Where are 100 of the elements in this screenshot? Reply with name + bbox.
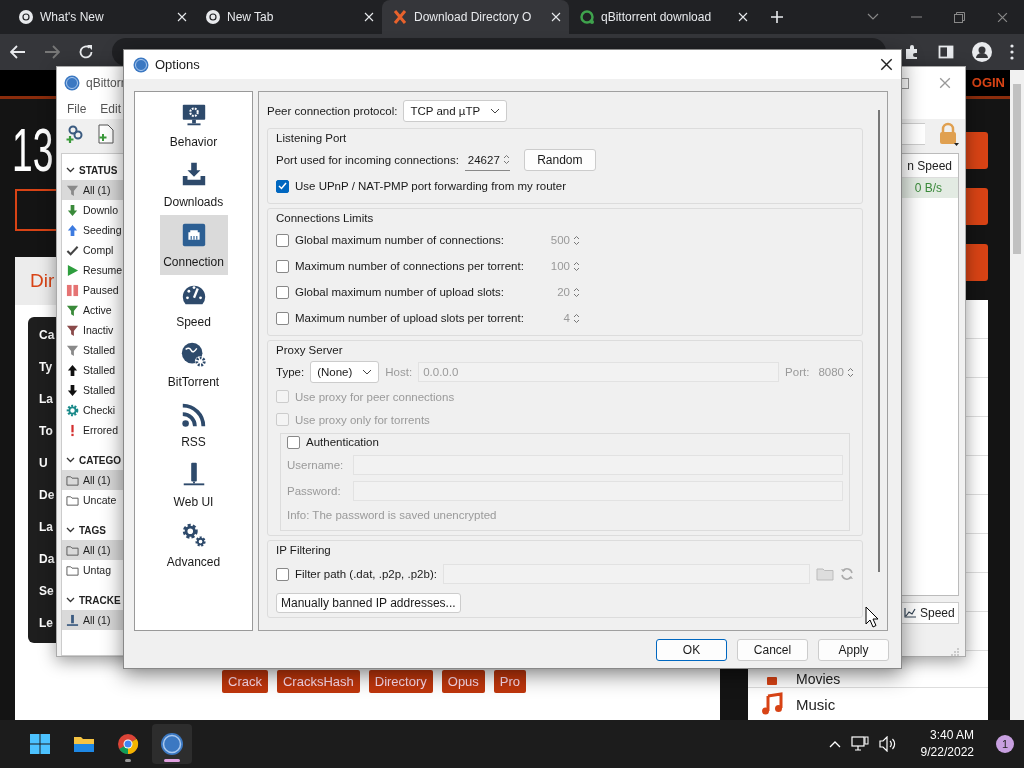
window-title: qBittorr <box>86 76 125 90</box>
notification-badge[interactable]: 1 <box>996 735 1014 753</box>
info-label: Da <box>39 552 55 567</box>
menu-item[interactable]: File <box>67 102 87 116</box>
browser-logo-icon <box>18 9 34 25</box>
puzzle-icon[interactable] <box>904 44 920 60</box>
link-add-icon[interactable] <box>65 124 85 144</box>
tag-link[interactable]: Crack <box>222 670 268 693</box>
checkbox[interactable] <box>276 567 289 581</box>
section-header: CATEGO <box>79 454 122 466</box>
field-label: Port used for incoming connections: <box>276 154 459 166</box>
restore-icon[interactable] <box>954 11 965 23</box>
checkbox-label: Global maximum number of upload slots: <box>295 286 505 298</box>
info-label: La <box>39 520 53 535</box>
section-item[interactable]: Behavior <box>159 95 228 155</box>
spin-box[interactable]: 24627 <box>464 149 510 171</box>
category-label: Music <box>796 695 836 713</box>
dialog-button[interactable]: Cancel <box>737 639 808 661</box>
tag-link[interactable]: Opus <box>441 670 485 693</box>
spin-box: 100 <box>543 255 580 277</box>
section-item[interactable]: Downloads <box>159 155 228 215</box>
qb-logo-icon <box>160 732 184 756</box>
info-label: Se <box>39 584 54 599</box>
checkbox-label: Use proxy only for torrents <box>295 413 430 426</box>
rss-icon <box>179 401 208 429</box>
pause-icon <box>66 283 79 297</box>
filter-icon <box>66 323 79 337</box>
pointer-icon <box>865 606 879 628</box>
tag-link[interactable]: CracksHash <box>276 670 360 693</box>
section-item[interactable]: BitTorrent <box>159 335 228 395</box>
file-add-icon[interactable] <box>97 124 115 144</box>
section-item[interactable]: Speed <box>159 275 228 335</box>
checkbox[interactable] <box>276 311 289 325</box>
checkbox-label: Use UPnP / NAT-PMP port forwarding from my router <box>295 180 566 192</box>
qb-logo-icon <box>133 56 149 73</box>
filter-icon <box>66 183 79 197</box>
chevron-up-icon[interactable] <box>828 740 841 748</box>
tag-link[interactable]: Pro <box>493 670 527 693</box>
banned-ip-button[interactable]: Manually banned IP addresses... <box>276 593 461 613</box>
checkbox-label: Authentication <box>306 436 379 448</box>
filter-icon <box>66 303 79 317</box>
browser-tab[interactable]: qBittorrent download <box>569 0 756 34</box>
tag-link[interactable]: Directory <box>368 670 433 693</box>
group-title: Proxy Server <box>276 343 344 358</box>
section-item[interactable]: Web UI <box>159 455 228 515</box>
chevron-down-icon[interactable] <box>66 597 75 603</box>
checkbox-label: Global maximum number of connections: <box>295 234 505 246</box>
chevron-down-icon[interactable] <box>66 457 75 463</box>
checkbox-label: Filter path (.dat, .p2p, .p2b): <box>295 568 437 580</box>
menu-item[interactable]: Edit <box>100 102 122 116</box>
back-icon[interactable] <box>10 45 26 59</box>
checkbox[interactable] <box>276 233 289 247</box>
network-icon[interactable] <box>850 736 869 752</box>
refresh-icon <box>840 567 854 581</box>
browser-tab[interactable]: New Tab <box>195 0 382 34</box>
side-panel-icon[interactable] <box>938 44 954 60</box>
profile-icon[interactable] <box>972 42 992 62</box>
play-icon <box>66 263 79 277</box>
table-cell[interactable]: 0 B/s <box>900 178 958 198</box>
menu-icon[interactable] <box>1010 44 1014 60</box>
checkbox-label: Maximum number of upload slots per torrent: <box>295 312 525 324</box>
chevron-down-icon[interactable] <box>490 108 501 114</box>
browser-tab[interactable]: Download Directory O <box>382 0 569 34</box>
dialog-button[interactable]: OK <box>656 639 727 661</box>
clock[interactable]: 3:40 AM 9/22/2022 <box>920 727 974 761</box>
checkbox-label: Maximum number of connections per torrent: <box>295 260 525 272</box>
info-label: La <box>39 392 53 407</box>
checkbox[interactable] <box>276 259 289 273</box>
section-header: STATUS <box>79 164 118 176</box>
reload-icon[interactable] <box>78 44 94 60</box>
checkmark-icon <box>66 243 79 257</box>
field-label: Type: <box>276 366 305 378</box>
section-item[interactable]: Advanced <box>159 515 228 575</box>
dropdown[interactable]: TCP and µTP <box>403 100 508 122</box>
forward-icon[interactable] <box>44 45 60 59</box>
close-icon[interactable] <box>880 58 893 71</box>
speed-button[interactable]: Speed <box>899 602 959 624</box>
scrollbar[interactable] <box>1010 70 1024 720</box>
checkbox[interactable] <box>276 285 289 299</box>
down-arrow-icon <box>66 203 79 217</box>
dialog-button[interactable]: Apply <box>818 639 889 661</box>
section-item[interactable]: Connection <box>159 215 228 275</box>
taskbar-app[interactable] <box>152 724 192 764</box>
browser-tab[interactable]: What's New <box>8 0 195 34</box>
login-link[interactable]: OGIN <box>971 75 1005 91</box>
random-button[interactable]: Random <box>523 149 596 171</box>
globe-gear-icon <box>179 341 208 369</box>
chevron-down-icon[interactable] <box>66 527 75 533</box>
new-tab-icon[interactable] <box>770 10 784 24</box>
section-item[interactable]: RSS <box>159 395 228 455</box>
resize-grip-icon <box>951 648 959 656</box>
tower-icon <box>66 613 79 627</box>
checkbox[interactable] <box>276 179 289 193</box>
chevron-down-icon[interactable] <box>66 167 75 173</box>
volume-icon[interactable] <box>878 736 897 752</box>
field-label: Host: <box>385 366 413 378</box>
scrollbar[interactable] <box>878 110 880 572</box>
chevron-down-icon[interactable] <box>362 369 373 375</box>
chart-icon <box>904 608 916 618</box>
info-label: U <box>39 456 48 471</box>
